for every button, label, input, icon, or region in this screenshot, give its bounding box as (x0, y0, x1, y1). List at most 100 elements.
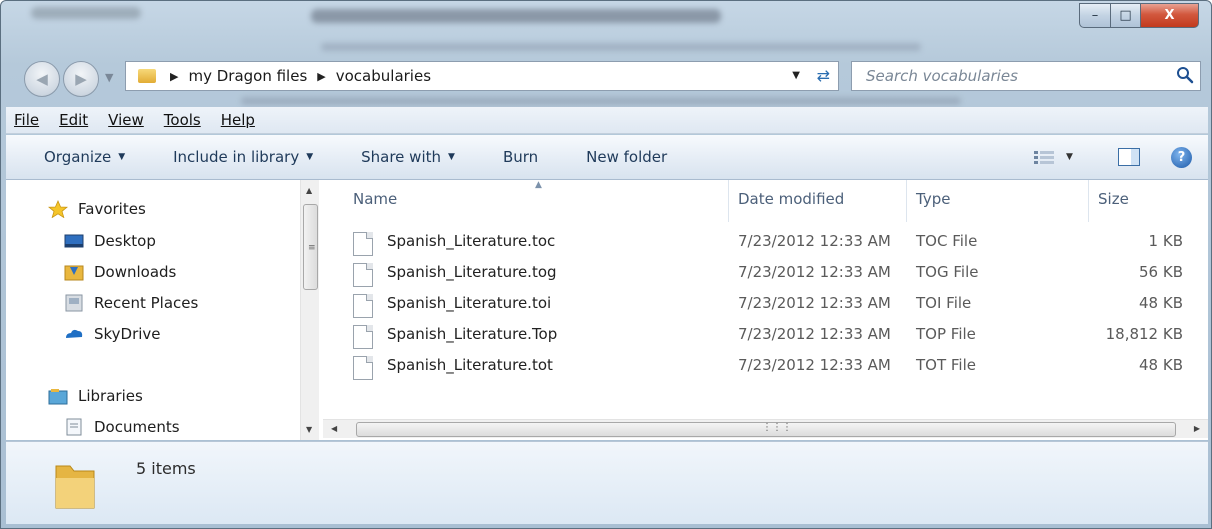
file-size: 1 KB (1148, 232, 1183, 250)
column-header-size[interactable]: Size (1098, 190, 1129, 208)
explorer-window: – □ X ◀ ▶ ▼ ▶ my Dragon files ▶ vocabula… (0, 0, 1212, 529)
table-row[interactable]: Spanish_Literature.toi 7/23/2012 12:33 A… (353, 290, 1208, 318)
sort-ascending-icon: ▲ (535, 180, 542, 190)
column-header-type[interactable]: Type (916, 190, 950, 208)
desktop-icon (64, 234, 84, 248)
details-pane: 5 items (6, 441, 1208, 524)
file-date: 7/23/2012 12:33 AM (738, 232, 891, 250)
file-date: 7/23/2012 12:33 AM (738, 263, 891, 281)
chevron-down-icon[interactable]: ▼ (792, 70, 800, 81)
chevron-down-icon[interactable]: ▼ (1066, 152, 1073, 162)
menu-file[interactable]: File (14, 111, 39, 129)
nav-documents[interactable]: Documents (64, 418, 180, 436)
column-divider[interactable] (728, 180, 729, 222)
breadcrumb-vocabularies[interactable]: vocabularies (336, 67, 431, 85)
nav-skydrive[interactable]: SkyDrive (64, 325, 161, 343)
minimize-button[interactable]: – (1079, 3, 1111, 28)
share-with-label: Share with (361, 148, 442, 166)
organize-button[interactable]: Organize ▼ (44, 148, 125, 166)
arrow-left-icon: ◀ (36, 70, 48, 88)
chevron-right-icon[interactable]: ▶ (317, 70, 325, 83)
chevron-down-icon[interactable]: ▼ (306, 425, 312, 434)
file-type: TOI File (916, 294, 972, 312)
forward-button[interactable]: ▶ (63, 61, 99, 97)
nav-desktop-label: Desktop (94, 232, 156, 250)
libraries-icon (48, 389, 68, 405)
chevron-up-icon[interactable]: ▲ (306, 186, 312, 195)
column-divider[interactable] (1088, 180, 1089, 222)
nav-desktop[interactable]: Desktop (64, 232, 156, 250)
arrow-right-icon: ▶ (75, 70, 87, 88)
table-row[interactable]: Spanish_Literature.Top 7/23/2012 12:33 A… (353, 321, 1208, 349)
chevron-left-icon[interactable]: ◀ (331, 424, 337, 433)
column-divider[interactable] (906, 180, 907, 222)
menu-tools[interactable]: Tools (164, 111, 201, 129)
grip-icon: ⋮⋮⋮ (762, 422, 792, 433)
file-list-hscrollbar[interactable]: ◀ ⋮⋮⋮ ▶ (323, 419, 1208, 438)
refresh-icon[interactable]: ⇄ (817, 66, 830, 85)
burn-button[interactable]: Burn (503, 148, 538, 166)
back-button[interactable]: ◀ (24, 61, 60, 97)
file-size: 56 KB (1139, 263, 1183, 281)
organize-label: Organize (44, 148, 112, 166)
maximize-button[interactable]: □ (1111, 3, 1141, 28)
table-row[interactable]: Spanish_Literature.tot 7/23/2012 12:33 A… (353, 352, 1208, 380)
skydrive-icon (66, 329, 83, 338)
file-size: 48 KB (1139, 294, 1183, 312)
address-bar[interactable]: ▶ my Dragon files ▶ vocabularies ▼ ⇄ (125, 61, 839, 91)
views-icon[interactable] (1033, 150, 1055, 165)
nav-downloads[interactable]: Downloads (64, 263, 176, 281)
new-folder-button[interactable]: New folder (586, 148, 667, 166)
menu-edit[interactable]: Edit (59, 111, 88, 129)
table-row[interactable]: Spanish_Literature.tog 7/23/2012 12:33 A… (353, 259, 1208, 287)
blurred-background-line (241, 97, 961, 105)
share-with-button[interactable]: Share with ▼ (361, 148, 455, 166)
column-header-date[interactable]: Date modified (738, 190, 844, 208)
nav-recent-places-label: Recent Places (94, 294, 199, 312)
preview-pane-icon[interactable] (1118, 148, 1140, 166)
blurred-background-line (321, 43, 921, 51)
chevron-right-icon[interactable]: ▶ (1194, 424, 1200, 433)
help-icon[interactable]: ? (1171, 147, 1192, 168)
file-name: Spanish_Literature.Top (387, 325, 558, 343)
file-size: 18,812 KB (1105, 325, 1183, 343)
command-bar: Organize ▼ Include in library ▼ Share with… (6, 135, 1208, 180)
hscroll-thumb[interactable]: ⋮⋮⋮ (356, 422, 1176, 437)
nav-libraries[interactable]: Libraries (48, 387, 143, 405)
search-input[interactable]: Search vocabularies (851, 61, 1201, 91)
nav-recent-places[interactable]: Recent Places (64, 294, 198, 312)
star-icon (48, 200, 68, 218)
breadcrumb-my-dragon-files[interactable]: my Dragon files (188, 67, 307, 85)
nav-favorites[interactable]: Favorites (48, 200, 146, 218)
folder-icon (138, 69, 156, 83)
file-name: Spanish_Literature.toc (387, 232, 556, 250)
menu-help[interactable]: Help (221, 111, 255, 129)
file-icon (353, 263, 373, 287)
documents-icon (66, 418, 82, 436)
table-row[interactable]: Spanish_Literature.toc 7/23/2012 12:33 A… (353, 228, 1208, 256)
nav-skydrive-label: SkyDrive (94, 325, 161, 343)
include-in-library-button[interactable]: Include in library ▼ (173, 148, 313, 166)
column-header-name[interactable]: Name (353, 190, 397, 208)
blurred-background-title (311, 9, 721, 23)
nav-scrollbar[interactable]: ▲ ≡ ▼ (300, 180, 319, 440)
navigation-pane: Favorites Desktop Downloads Recent Place… (6, 180, 323, 440)
nav-scroll-thumb[interactable]: ≡ (303, 204, 318, 290)
recent-places-icon (65, 294, 83, 312)
menu-view[interactable]: View (108, 111, 144, 129)
chevron-right-icon[interactable]: ▶ (170, 70, 178, 83)
nav-favorites-label: Favorites (78, 200, 146, 218)
include-in-library-label: Include in library (173, 148, 300, 166)
file-date: 7/23/2012 12:33 AM (738, 325, 891, 343)
grip-icon: ≡ (308, 243, 316, 253)
file-icon (353, 232, 373, 256)
chevron-down-icon: ▼ (118, 152, 126, 162)
file-type: TOT File (916, 356, 976, 374)
search-icon[interactable] (1176, 66, 1194, 84)
close-button[interactable]: X (1141, 3, 1199, 28)
file-name: Spanish_Literature.tot (387, 356, 553, 374)
recent-pages-dropdown[interactable]: ▼ (105, 71, 113, 84)
item-count: 5 items (136, 459, 196, 478)
file-icon (353, 356, 373, 380)
downloads-icon (64, 265, 84, 281)
